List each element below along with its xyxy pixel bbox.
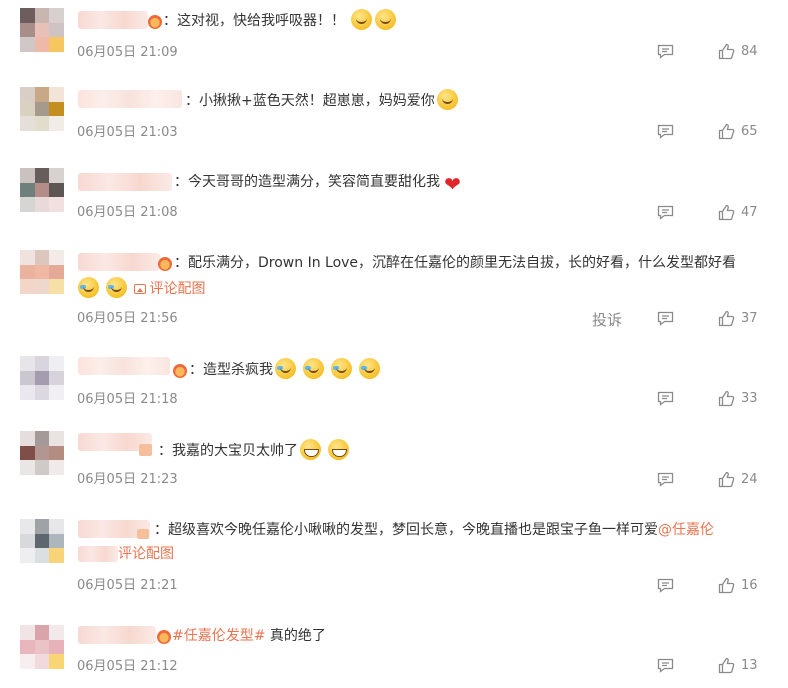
username[interactable] (78, 626, 156, 644)
avatar[interactable] (20, 250, 64, 294)
thumbs-up-icon (718, 123, 735, 140)
like-count: 37 (741, 311, 758, 326)
username[interactable] (78, 357, 170, 375)
grin-emoji (328, 439, 349, 460)
crying-laugh-emoji (78, 277, 99, 298)
like-button[interactable]: 16 (718, 577, 758, 594)
comment-icon (657, 205, 674, 220)
like-count: 33 (741, 391, 758, 406)
comment-image-link[interactable]: 评论配图 (118, 546, 174, 562)
thumbs-up-icon (718, 43, 735, 60)
comment-text: ：今天哥哥的造型满分，笑容简直要甜化我 (174, 171, 466, 195)
comment-text: ：配乐满分，Drown In Love，沉醉在任嘉伦的颜里无法自拔，长的好看，什… (174, 255, 737, 271)
avatar[interactable] (20, 519, 64, 563)
avatar[interactable] (20, 87, 64, 131)
like-button[interactable]: 84 (718, 43, 758, 60)
reply-button[interactable] (657, 205, 674, 220)
comment-time: 06月05日 21:56 (77, 311, 178, 326)
comment-time: 06月05日 21:23 (77, 472, 178, 487)
like-count: 13 (741, 658, 758, 673)
comment-text: ：我嘉的大宝贝太帅了 (158, 439, 352, 462)
laugh-cry-emoji (303, 358, 324, 379)
avatar[interactable] (20, 625, 64, 669)
comment-time: 06月05日 21:12 (77, 659, 178, 674)
comment-icon (657, 578, 674, 593)
like-button[interactable]: 65 (718, 123, 758, 140)
kiss-emoji (436, 89, 458, 110)
comment-time: 06月05日 21:03 (77, 125, 178, 140)
comment-text: ：造型杀疯我 (189, 358, 383, 381)
comment-image-link[interactable]: 评论配图 (134, 281, 205, 297)
comment-icon (657, 391, 674, 406)
reply-button[interactable] (657, 472, 674, 487)
comment-image-row: 评论配图 (118, 543, 174, 565)
like-count: 47 (741, 205, 758, 220)
reply-button[interactable] (657, 578, 674, 593)
thumbs-up-icon (718, 577, 735, 594)
avatar[interactable] (20, 168, 64, 212)
reply-button[interactable] (657, 658, 674, 673)
comment-text: ：这对视，快给我呼吸器！！ (163, 9, 399, 32)
surprised-emoji (351, 9, 372, 30)
comment-text: ：小揪揪+蓝色天然！超崽崽，妈妈爱你 (185, 89, 461, 112)
username[interactable] (78, 90, 182, 108)
reply-button[interactable] (657, 44, 674, 59)
heart-emoji (442, 174, 463, 195)
comment-text: #任嘉伦发型# 真的绝了 (172, 628, 326, 644)
laugh-cry-emoji (359, 358, 380, 379)
image-icon (134, 284, 147, 294)
like-button[interactable]: 24 (718, 471, 758, 488)
avatar[interactable] (20, 431, 64, 475)
comment-time: 06月05日 21:08 (77, 205, 178, 220)
crying-laugh-emoji (106, 277, 127, 298)
like-count: 84 (741, 44, 758, 59)
thumbs-up-icon (718, 204, 735, 221)
comment-icon (657, 472, 674, 487)
mention-link[interactable]: @任嘉伦 (658, 522, 714, 538)
laugh-cry-emoji (275, 358, 296, 379)
vip-badge-icon (139, 444, 152, 456)
comment-time: 06月05日 21:21 (77, 578, 178, 593)
like-count: 16 (741, 578, 758, 593)
comment-emojis: 评论配图 (78, 277, 205, 300)
like-button[interactable]: 13 (718, 657, 758, 674)
comment-icon (657, 44, 674, 59)
like-button[interactable]: 47 (718, 204, 758, 221)
grin-emoji (300, 439, 321, 460)
vip-badge-icon (137, 529, 149, 539)
vip-badge-icon (173, 364, 187, 378)
username[interactable] (78, 11, 148, 29)
like-button[interactable]: 37 (718, 310, 758, 327)
username[interactable] (78, 253, 160, 271)
thumbs-up-icon (718, 471, 735, 488)
like-button[interactable]: 33 (718, 390, 758, 407)
comment-text: ：超级喜欢今晚任嘉伦小啾啾的发型，梦回长意，今晚直播也是跟宝子鱼一样可爱@任嘉伦 (154, 522, 714, 538)
comment-icon (657, 124, 674, 139)
username[interactable] (78, 173, 172, 191)
username-overflow (78, 546, 118, 562)
thumbs-up-icon (718, 657, 735, 674)
vip-badge-icon (148, 15, 162, 29)
reply-button[interactable] (657, 391, 674, 406)
avatar[interactable] (20, 356, 64, 400)
thumbs-up-icon (718, 390, 735, 407)
comment-time: 06月05日 21:18 (77, 392, 178, 407)
like-count: 65 (741, 124, 758, 139)
like-count: 24 (741, 472, 758, 487)
comment-icon (657, 311, 674, 326)
thumbs-up-icon (718, 310, 735, 327)
comment-icon (657, 658, 674, 673)
laugh-cry-emoji (331, 358, 352, 379)
surprised-emoji (375, 9, 396, 30)
reply-button[interactable] (657, 124, 674, 139)
avatar[interactable] (20, 8, 64, 52)
vip-badge-icon (157, 630, 171, 644)
report-button[interactable]: 投诉 (592, 309, 622, 330)
comment-time: 06月05日 21:09 (77, 45, 178, 60)
vip-badge-icon (158, 257, 172, 271)
reply-button[interactable] (657, 311, 674, 326)
hashtag-link[interactable]: #任嘉伦发型# (172, 628, 265, 644)
